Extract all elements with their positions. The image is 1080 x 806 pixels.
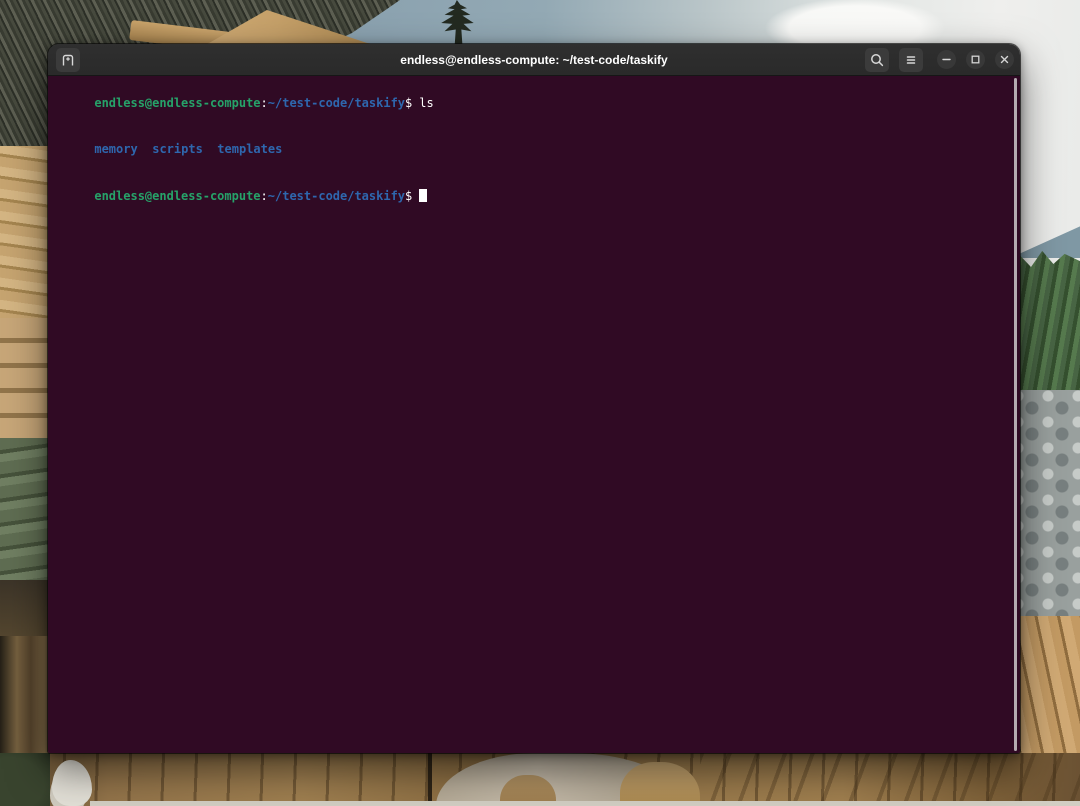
terminal-cursor xyxy=(419,189,427,202)
prompt-user-host: endless@endless-compute xyxy=(94,96,260,110)
directory-entry: memory xyxy=(94,142,137,156)
wallpaper-foliage xyxy=(0,753,50,806)
search-button[interactable] xyxy=(865,48,889,72)
new-tab-button[interactable] xyxy=(56,48,80,72)
prompt-path: ~/test-code/taskify xyxy=(268,96,405,110)
new-tab-icon xyxy=(60,52,76,68)
minimize-button[interactable] xyxy=(937,50,956,69)
titlebar-controls xyxy=(865,48,1014,72)
wallpaper-pole xyxy=(428,753,432,806)
wallpaper-rock-slope xyxy=(1010,390,1080,620)
wallpaper-forest xyxy=(1010,248,1080,394)
prompt-user-host: endless@endless-compute xyxy=(94,189,260,203)
search-icon xyxy=(869,52,885,68)
prompt-separator: : xyxy=(261,189,268,203)
typed-command: ls xyxy=(419,96,433,110)
terminal-prompt-line: endless@endless-compute:~/test-code/task… xyxy=(51,173,1010,220)
window-title: endless@endless-compute: ~/test-code/tas… xyxy=(400,44,667,76)
hamburger-menu-icon xyxy=(903,52,919,68)
terminal-scrollbar[interactable] xyxy=(1013,78,1019,751)
prompt-symbol: $ xyxy=(405,189,412,203)
maximize-icon xyxy=(969,53,982,66)
minimize-icon xyxy=(940,53,953,66)
wallpaper-floor-edge xyxy=(90,801,1080,806)
wallpaper-wood-sled xyxy=(1010,616,1080,756)
terminal-prompt-line: endless@endless-compute:~/test-code/task… xyxy=(51,80,1010,127)
close-icon xyxy=(998,53,1011,66)
terminal-screen[interactable]: endless@endless-compute:~/test-code/task… xyxy=(48,76,1020,753)
prompt-path: ~/test-code/taskify xyxy=(268,189,405,203)
titlebar[interactable]: endless@endless-compute: ~/test-code/tas… xyxy=(48,44,1020,76)
terminal-window: endless@endless-compute: ~/test-code/tas… xyxy=(48,44,1020,753)
maximize-button[interactable] xyxy=(966,50,985,69)
wallpaper-plank-floor-tilted xyxy=(700,753,1080,806)
prompt-separator: : xyxy=(261,96,268,110)
directory-entry: templates xyxy=(217,142,282,156)
directory-entry: scripts xyxy=(152,142,203,156)
prompt-symbol: $ xyxy=(405,96,412,110)
menu-button[interactable] xyxy=(899,48,923,72)
terminal-output-line: memory scripts templates xyxy=(51,127,1010,174)
scrollbar-thumb[interactable] xyxy=(1014,78,1017,751)
close-button[interactable] xyxy=(995,50,1014,69)
